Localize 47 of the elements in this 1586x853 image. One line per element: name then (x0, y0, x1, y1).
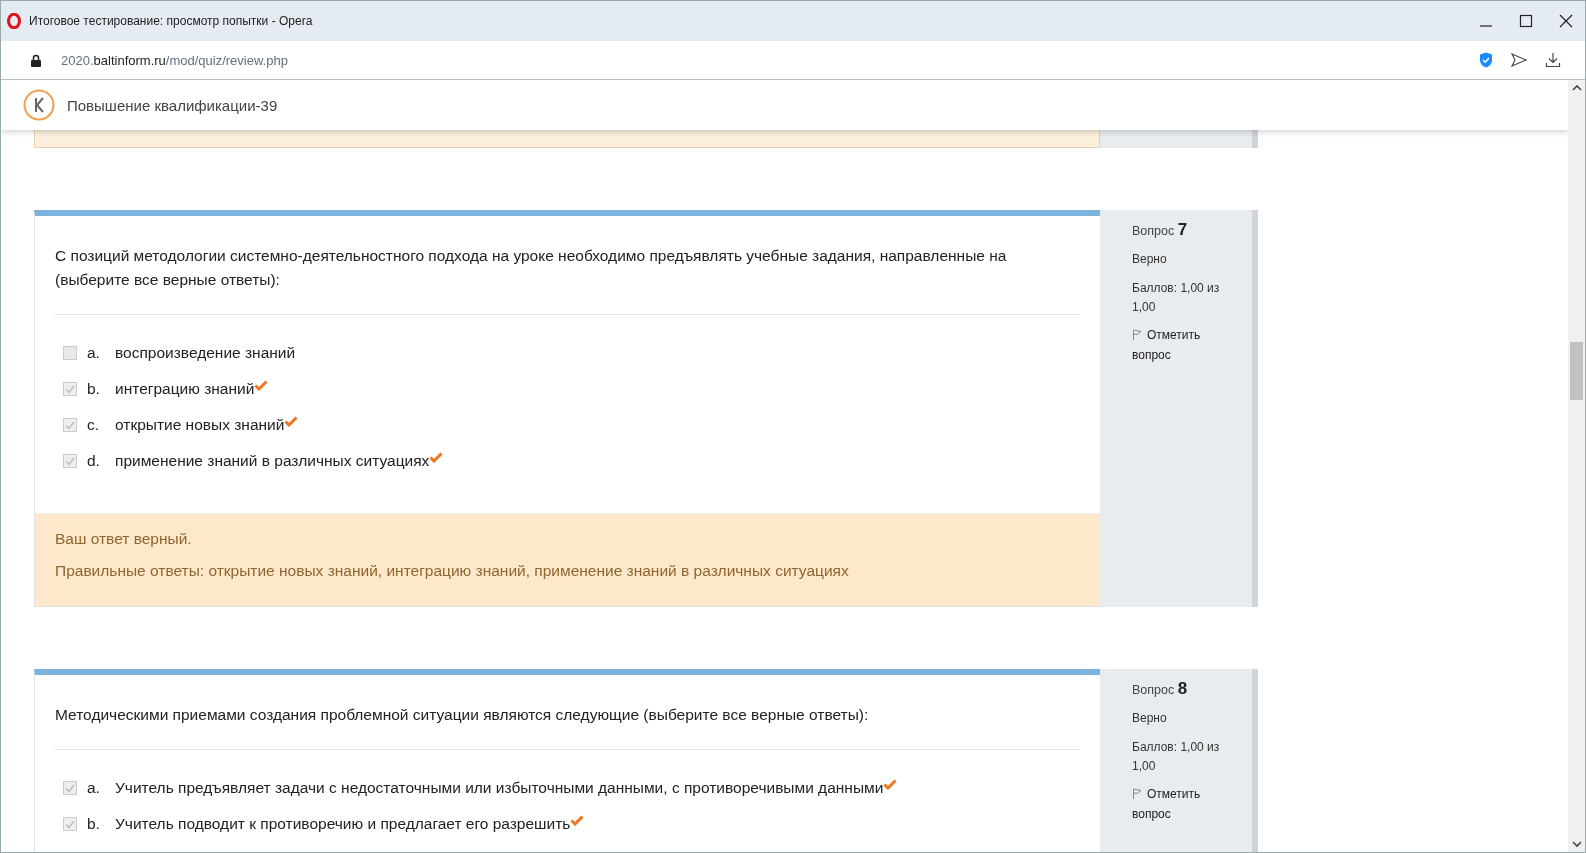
right-answer-text: Правильные ответы: открытие новых знаний, интеграцию знаний, применение знаний в различных ситуациях (55, 562, 850, 580)
question-number: Вопрос 7 (1132, 220, 1189, 240)
download-icon[interactable] (1545, 52, 1561, 68)
scroll-down-icon[interactable] (1571, 840, 1582, 848)
option-text: интеграцию знаний (115, 380, 255, 398)
question-grade: Баллов: 1,00 из 1,00 (1132, 739, 1221, 775)
option-letter: c. (87, 416, 101, 434)
option-text: применение знаний в различных ситуациях (115, 452, 430, 470)
checkbox[interactable] (63, 382, 77, 396)
question-grade: Баллов: 1,00 из 1,00 (1132, 280, 1221, 316)
logo-icon[interactable] (23, 89, 55, 121)
option-letter: b. (87, 380, 101, 398)
feedback-message: Ваш ответ верный. (55, 530, 193, 548)
send-icon[interactable] (1511, 53, 1527, 67)
option-letter: b. (87, 815, 101, 833)
opera-logo-icon (7, 13, 21, 29)
flag-question-link[interactable]: Отметить вопрос (1132, 325, 1226, 365)
question-number: Вопрос 8 (1132, 679, 1189, 699)
question-text: С позиций методологии системно-деятельностного подхода на уроке необходимо предъявлять учебные задания, направленные на (выберите все верные ответы): (55, 244, 1080, 315)
flag-icon[interactable] (1132, 788, 1142, 799)
option-text: Учитель предъявляет задачи с недостаточными или избыточными данными, с противоречивыми данными (115, 779, 884, 797)
scrollbar[interactable] (1568, 80, 1585, 852)
flag-icon[interactable] (1132, 329, 1142, 340)
flag-question-link[interactable]: Отметить вопрос (1132, 784, 1226, 824)
shield-check-icon[interactable] (1479, 52, 1493, 68)
question-text: Методическими приемами создания проблемной ситуации являются следующие (выберите все верные ответы): (55, 703, 1080, 750)
option-text: Учитель подводит к противоречию и предлагает его разрешить (115, 815, 571, 833)
maximize-icon[interactable] (1519, 14, 1533, 28)
checkbox[interactable] (63, 346, 77, 360)
option-letter: d. (87, 452, 101, 470)
option-text: открытие новых знаний (115, 416, 285, 434)
lock-icon (31, 53, 41, 67)
question-status: Верно (1132, 251, 1168, 268)
scroll-up-icon[interactable] (1571, 84, 1582, 92)
option-text: воспроизведение знаний (115, 344, 296, 362)
close-icon[interactable] (1559, 14, 1573, 28)
scrollbar-thumb[interactable] (1570, 342, 1583, 400)
checkbox[interactable] (63, 454, 77, 468)
site-title[interactable]: Повышение квалификации-39 (67, 96, 278, 114)
address-url[interactable]: 2020.baltinform.ru/mod/quiz/review.php (61, 52, 288, 68)
option-letter: a. (87, 344, 101, 362)
window-title: Итоговое тестирование: просмотр попытки - Opera (29, 14, 313, 28)
checkbox[interactable] (63, 781, 77, 795)
checkbox[interactable] (63, 418, 77, 432)
option-letter: a. (87, 779, 101, 797)
question-status: Верно (1132, 710, 1168, 727)
checkbox[interactable] (63, 817, 77, 831)
